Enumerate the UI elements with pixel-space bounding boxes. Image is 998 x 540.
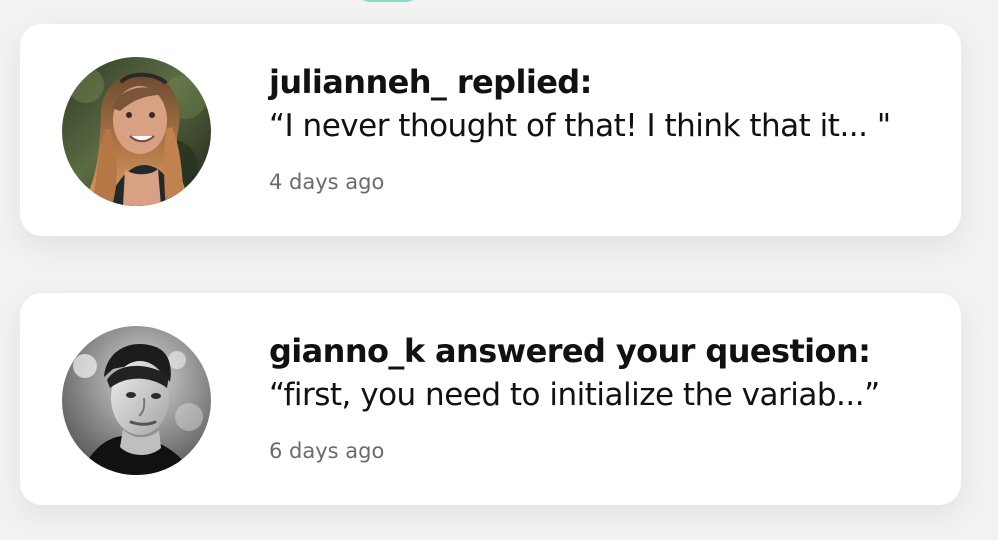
notification-title: julianneh_ replied: (269, 63, 592, 101)
notification-content: julianneh_ replied: “I never thought of … (269, 62, 929, 196)
notifications-screen: julianneh_ replied: “I never thought of … (0, 0, 998, 540)
notification-message: “I never thought of that! I think that i… (269, 108, 891, 144)
avatar (62, 57, 211, 206)
notification-card[interactable]: gianno_k answered your question: “first,… (20, 293, 961, 505)
avatar (62, 326, 211, 475)
notification-message: “first, you need to initialize the varia… (269, 377, 880, 413)
notification-card[interactable]: julianneh_ replied: “I never thought of … (20, 24, 961, 236)
notification-time: 6 days ago (269, 439, 385, 463)
top-accent-shape (356, 0, 420, 2)
woman-avatar-icon (62, 57, 211, 206)
notification-content: gianno_k answered your question: “first,… (269, 331, 929, 465)
notification-time: 4 days ago (269, 170, 385, 194)
man-avatar-icon (62, 326, 211, 475)
notification-title: gianno_k answered your question: (269, 332, 871, 370)
